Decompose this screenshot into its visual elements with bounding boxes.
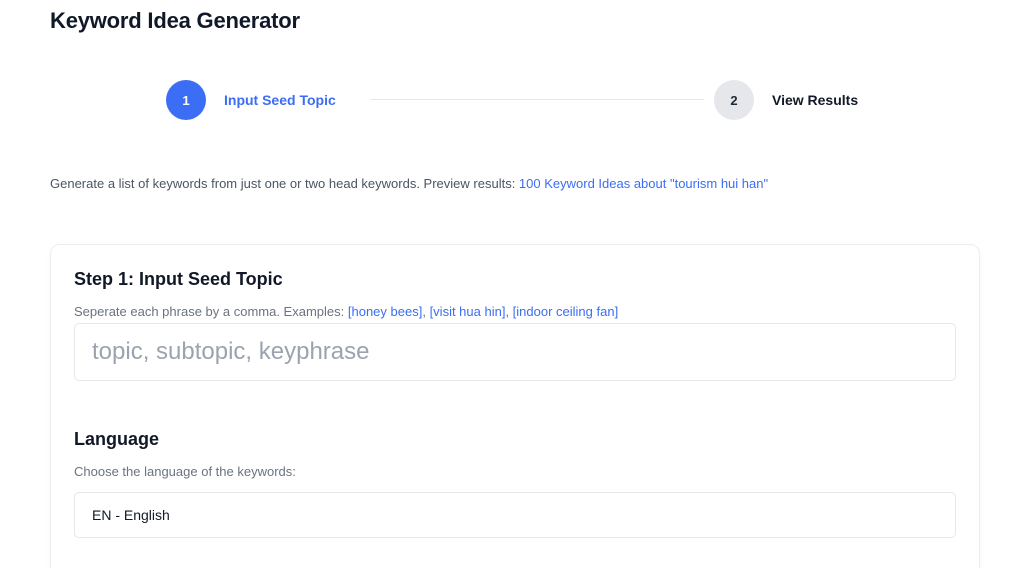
intro-text: Generate a list of keywords from just on… <box>50 176 768 191</box>
page: Keyword Idea Generator 1 Input Seed Topi… <box>0 0 1024 568</box>
stepper: 1 Input Seed Topic 2 View Results <box>166 80 886 120</box>
seed-topic-input[interactable] <box>74 323 956 381</box>
language-heading: Language <box>74 429 160 449</box>
example-link-visit-hua-hin[interactable]: [visit hua hin] <box>430 304 506 319</box>
example-separator: , <box>505 304 513 319</box>
stepper-connector <box>370 99 704 100</box>
step-2-label[interactable]: View Results <box>772 92 858 108</box>
step-2-circle[interactable]: 2 <box>714 80 754 120</box>
step-1-heading: Step 1: Input Seed Topic <box>74 269 283 289</box>
seed-topic-hint: Seperate each phrase by a comma. Example… <box>74 304 618 319</box>
seed-topic-card: Step 1: Input Seed Topic Seperate each p… <box>50 244 980 568</box>
language-hint: Choose the language of the keywords: <box>74 464 296 479</box>
page-title: Keyword Idea Generator <box>50 8 300 33</box>
example-separator: , <box>422 304 430 319</box>
step-1-label[interactable]: Input Seed Topic <box>224 92 336 108</box>
preview-results-link[interactable]: 100 Keyword Ideas about "tourism hui han… <box>519 176 768 191</box>
step-1-circle[interactable]: 1 <box>166 80 206 120</box>
intro-description: Generate a list of keywords from just on… <box>50 176 519 191</box>
example-link-indoor-ceiling-fan[interactable]: [indoor ceiling fan] <box>513 304 619 319</box>
example-link-honey-bees[interactable]: [honey bees] <box>348 304 422 319</box>
language-select[interactable]: EN - English <box>74 492 956 538</box>
language-selected-value: EN - English <box>92 507 170 523</box>
seed-topic-hint-text: Seperate each phrase by a comma. Example… <box>74 304 348 319</box>
